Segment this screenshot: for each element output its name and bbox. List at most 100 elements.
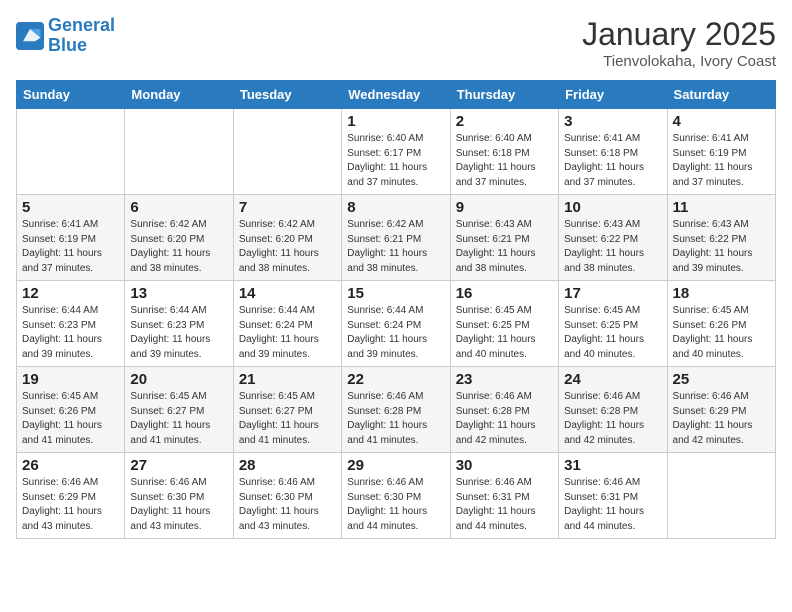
day-number: 15 [347, 285, 444, 302]
logo-general: General [48, 16, 115, 36]
day-info: Sunrise: 6:46 AMSunset: 6:28 PMDaylight:… [456, 390, 553, 448]
calendar-cell: 20 Sunrise: 6:45 AMSunset: 6:27 PMDayligh… [125, 367, 233, 453]
day-number: 28 [239, 457, 336, 474]
day-info: Sunrise: 6:46 AMSunset: 6:30 PMDaylight:… [347, 476, 444, 534]
day-info: Sunrise: 6:43 AMSunset: 6:21 PMDaylight:… [456, 218, 553, 276]
day-info: Sunrise: 6:45 AMSunset: 6:27 PMDaylight:… [239, 390, 336, 448]
calendar-cell: 27 Sunrise: 6:46 AMSunset: 6:30 PMDayligh… [125, 453, 233, 539]
calendar-cell [125, 109, 233, 195]
day-number: 6 [130, 199, 227, 216]
calendar-cell: 30Sunrise: 6:46 AMSunset: 6:31 PMDayligh… [450, 453, 558, 539]
day-info: Sunrise: 6:45 AMSunset: 6:27 PMDaylight:… [130, 390, 227, 448]
day-number: 20 [130, 371, 227, 388]
day-number: 1 [347, 113, 444, 130]
day-number: 9 [456, 199, 553, 216]
day-number: 23 [456, 371, 553, 388]
day-info: Sunrise: 6:46 AMSunset: 6:29 PMDaylight:… [673, 390, 770, 448]
day-number: 24 [564, 371, 661, 388]
calendar-cell: 8Sunrise: 6:42 AMSunset: 6:21 PMDaylight… [342, 195, 450, 281]
day-number: 29 [347, 457, 444, 474]
day-number: 25 [673, 371, 770, 388]
day-info: Sunrise: 6:45 AMSunset: 6:26 PMDaylight:… [22, 390, 119, 448]
calendar-cell: 16Sunrise: 6:45 AMSunset: 6:25 PMDayligh… [450, 281, 558, 367]
location: Tienvolokaha, Ivory Coast [582, 53, 776, 70]
calendar-cell: 12Sunrise: 6:44 AMSunset: 6:23 PMDayligh… [17, 281, 125, 367]
day-info: Sunrise: 6:44 AMSunset: 6:24 PMDaylight:… [239, 304, 336, 362]
day-info: Sunrise: 6:42 AMSunset: 6:20 PMDaylight:… [130, 218, 227, 276]
calendar-cell: 6 Sunrise: 6:42 AMSunset: 6:20 PMDaylight… [125, 195, 233, 281]
day-number: 31 [564, 457, 661, 474]
calendar-cell: 10Sunrise: 6:43 AMSunset: 6:22 PMDayligh… [559, 195, 667, 281]
month-title: January 2025 [582, 16, 776, 53]
day-number: 7 [239, 199, 336, 216]
calendar-cell: 28 Sunrise: 6:46 AMSunset: 6:30 PMDayligh… [233, 453, 341, 539]
day-info: Sunrise: 6:40 AMSunset: 6:18 PMDaylight:… [456, 132, 553, 190]
day-number: 2 [456, 113, 553, 130]
logo: General Blue [16, 16, 115, 56]
logo-blue: Blue [48, 36, 115, 56]
calendar-week-row: 5 Sunrise: 6:41 AMSunset: 6:19 PMDaylight… [17, 195, 776, 281]
calendar-week-row: 19 Sunrise: 6:45 AMSunset: 6:26 PMDayligh… [17, 367, 776, 453]
calendar-cell: 25 Sunrise: 6:46 AMSunset: 6:29 PMDayligh… [667, 367, 775, 453]
calendar-cell [17, 109, 125, 195]
day-info: Sunrise: 6:41 AMSunset: 6:19 PMDaylight:… [22, 218, 119, 276]
day-number: 11 [673, 199, 770, 216]
calendar-cell: 19 Sunrise: 6:45 AMSunset: 6:26 PMDayligh… [17, 367, 125, 453]
calendar-week-row: 26Sunrise: 6:46 AMSunset: 6:29 PMDayligh… [17, 453, 776, 539]
calendar-cell: 13 Sunrise: 6:44 AMSunset: 6:23 PMDayligh… [125, 281, 233, 367]
day-number: 22 [347, 371, 444, 388]
day-info: Sunrise: 6:40 AMSunset: 6:17 PMDaylight:… [347, 132, 444, 190]
calendar-cell: 24 Sunrise: 6:46 AMSunset: 6:28 PMDayligh… [559, 367, 667, 453]
calendar-week-row: 1 Sunrise: 6:40 AMSunset: 6:17 PMDaylight… [17, 109, 776, 195]
calendar-cell: 9 Sunrise: 6:43 AMSunset: 6:21 PMDaylight… [450, 195, 558, 281]
calendar-cell: 2 Sunrise: 6:40 AMSunset: 6:18 PMDaylight… [450, 109, 558, 195]
day-number: 18 [673, 285, 770, 302]
calendar-cell: 26Sunrise: 6:46 AMSunset: 6:29 PMDayligh… [17, 453, 125, 539]
day-info: Sunrise: 6:41 AMSunset: 6:18 PMDaylight:… [564, 132, 661, 190]
day-info: Sunrise: 6:46 AMSunset: 6:31 PMDaylight:… [456, 476, 553, 534]
title-block: January 2025 Tienvolokaha, Ivory Coast [582, 16, 776, 70]
weekday-header-sunday: Sunday [17, 81, 125, 109]
calendar-cell: 14 Sunrise: 6:44 AMSunset: 6:24 PMDayligh… [233, 281, 341, 367]
day-info: Sunrise: 6:46 AMSunset: 6:30 PMDaylight:… [130, 476, 227, 534]
day-info: Sunrise: 6:44 AMSunset: 6:23 PMDaylight:… [22, 304, 119, 362]
weekday-header-row: SundayMondayTuesdayWednesdayThursdayFrid… [17, 81, 776, 109]
calendar-table: SundayMondayTuesdayWednesdayThursdayFrid… [16, 80, 776, 539]
day-number: 21 [239, 371, 336, 388]
calendar-cell: 17Sunrise: 6:45 AMSunset: 6:25 PMDayligh… [559, 281, 667, 367]
day-number: 26 [22, 457, 119, 474]
weekday-header-tuesday: Tuesday [233, 81, 341, 109]
logo-icon [16, 22, 44, 50]
calendar-cell: 15 Sunrise: 6:44 AMSunset: 6:24 PMDayligh… [342, 281, 450, 367]
day-number: 19 [22, 371, 119, 388]
day-number: 5 [22, 199, 119, 216]
day-info: Sunrise: 6:45 AMSunset: 6:26 PMDaylight:… [673, 304, 770, 362]
day-info: Sunrise: 6:45 AMSunset: 6:25 PMDaylight:… [456, 304, 553, 362]
day-info: Sunrise: 6:42 AMSunset: 6:20 PMDaylight:… [239, 218, 336, 276]
calendar-cell: 7 Sunrise: 6:42 AMSunset: 6:20 PMDaylight… [233, 195, 341, 281]
day-number: 3 [564, 113, 661, 130]
day-number: 8 [347, 199, 444, 216]
day-info: Sunrise: 6:46 AMSunset: 6:30 PMDaylight:… [239, 476, 336, 534]
day-number: 14 [239, 285, 336, 302]
calendar-cell: 4Sunrise: 6:41 AMSunset: 6:19 PMDaylight… [667, 109, 775, 195]
calendar-cell: 22 Sunrise: 6:46 AMSunset: 6:28 PMDayligh… [342, 367, 450, 453]
calendar-cell: 18 Sunrise: 6:45 AMSunset: 6:26 PMDayligh… [667, 281, 775, 367]
page-header: General Blue January 2025 Tienvolokaha, … [16, 16, 776, 70]
weekday-header-monday: Monday [125, 81, 233, 109]
calendar-cell: 1 Sunrise: 6:40 AMSunset: 6:17 PMDaylight… [342, 109, 450, 195]
calendar-cell: 3 Sunrise: 6:41 AMSunset: 6:18 PMDaylight… [559, 109, 667, 195]
day-info: Sunrise: 6:46 AMSunset: 6:28 PMDaylight:… [347, 390, 444, 448]
day-info: Sunrise: 6:44 AMSunset: 6:23 PMDaylight:… [130, 304, 227, 362]
day-info: Sunrise: 6:46 AMSunset: 6:31 PMDaylight:… [564, 476, 661, 534]
calendar-cell: 31 Sunrise: 6:46 AMSunset: 6:31 PMDayligh… [559, 453, 667, 539]
day-number: 27 [130, 457, 227, 474]
day-info: Sunrise: 6:46 AMSunset: 6:28 PMDaylight:… [564, 390, 661, 448]
calendar-cell: 5 Sunrise: 6:41 AMSunset: 6:19 PMDaylight… [17, 195, 125, 281]
weekday-header-saturday: Saturday [667, 81, 775, 109]
day-info: Sunrise: 6:44 AMSunset: 6:24 PMDaylight:… [347, 304, 444, 362]
calendar-week-row: 12Sunrise: 6:44 AMSunset: 6:23 PMDayligh… [17, 281, 776, 367]
weekday-header-wednesday: Wednesday [342, 81, 450, 109]
day-info: Sunrise: 6:43 AMSunset: 6:22 PMDaylight:… [564, 218, 661, 276]
day-number: 13 [130, 285, 227, 302]
